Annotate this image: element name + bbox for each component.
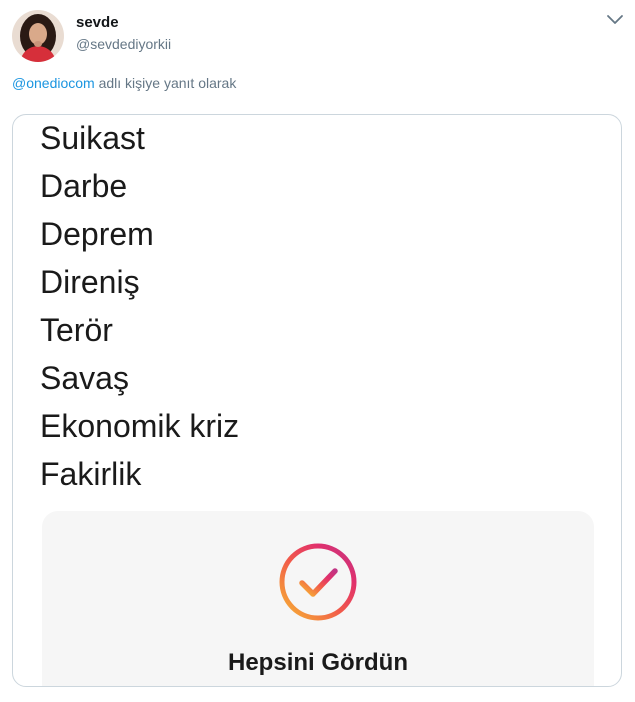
avatar-image [12, 10, 64, 62]
word-8: Fakirlik [40, 456, 142, 492]
reply-context: @onediocom adlı kişiye yanıt olarak [12, 75, 236, 91]
all-seen-label: Hepsini Gördün [228, 649, 408, 676]
user-handle[interactable]: @sevdediyorkii [76, 36, 171, 52]
word-4: Direniş [40, 264, 140, 300]
check-circle-icon [279, 543, 357, 621]
chevron-down-icon[interactable] [606, 14, 624, 26]
word-2: Darbe [40, 168, 128, 204]
reply-context-text: adlı kişiye yanıt olarak [94, 75, 237, 91]
tweet: sevde @sevdediyorkii @onediocom adlı kiş… [0, 0, 635, 702]
word-5: Terör [40, 312, 113, 348]
word-1: Suikast [40, 120, 145, 156]
tweet-media-image[interactable]: Suikast Darbe Deprem Direniş Terör Savaş… [12, 114, 622, 687]
word-7: Ekonomik kriz [40, 408, 240, 444]
display-name[interactable]: sevde [76, 14, 119, 31]
word-6: Savaş [40, 360, 129, 396]
word-3: Deprem [40, 216, 154, 252]
avatar[interactable] [12, 10, 64, 62]
reply-mention-link[interactable]: @onediocom [12, 75, 95, 91]
all-seen-card: Hepsini Gördün [42, 511, 594, 686]
